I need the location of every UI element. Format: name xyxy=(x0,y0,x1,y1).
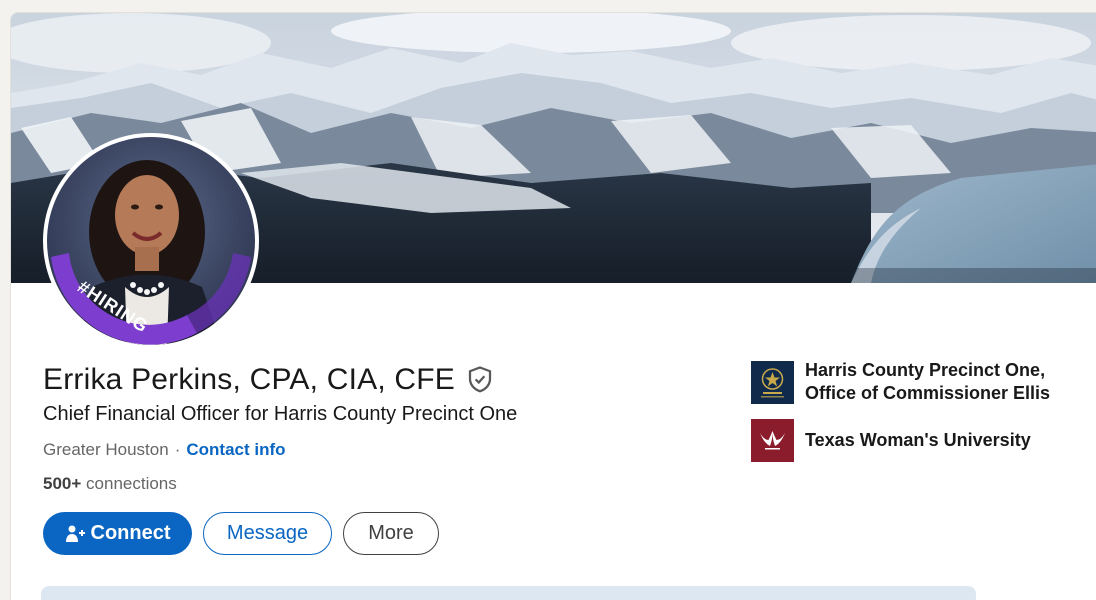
profile-actions: Connect Message More xyxy=(43,512,439,555)
profile-card: #HIRING Errika Perkins, CPA, CIA, CFE Ch… xyxy=(10,12,1096,600)
verified-shield-icon[interactable] xyxy=(465,365,495,395)
more-button[interactable]: More xyxy=(343,512,439,555)
org-name: Texas Woman's University xyxy=(805,430,1031,450)
message-button[interactable]: Message xyxy=(203,512,332,555)
location-row: Greater Houston · Contact info xyxy=(43,440,286,460)
profile-name: Errika Perkins, CPA, CIA, CFE xyxy=(43,363,455,396)
connect-label: Connect xyxy=(90,522,171,544)
info-banner xyxy=(41,586,976,600)
add-person-icon xyxy=(65,524,85,544)
twu-logo xyxy=(751,419,794,462)
org-name-line1: Harris County Precinct One, xyxy=(805,360,1046,380)
connections-count[interactable]: 500+ connections xyxy=(43,474,177,494)
profile-headline: Chief Financial Officer for Harris Count… xyxy=(43,403,518,425)
connect-button[interactable]: Connect xyxy=(43,512,192,555)
location-text: Greater Houston xyxy=(43,440,169,459)
org-name-line2: Office of Commissioner Ellis xyxy=(805,383,1051,403)
avatar: #HIRING xyxy=(47,137,255,345)
name-row: Errika Perkins, CPA, CIA, CFE xyxy=(43,363,495,397)
connections-label: connections xyxy=(86,474,177,493)
org-name: Harris County Precinct One, Office of Co… xyxy=(805,359,1050,405)
harris-county-logo xyxy=(751,360,794,404)
org-twu[interactable]: Texas Woman's University xyxy=(751,419,1050,462)
contact-info-link[interactable]: Contact info xyxy=(186,440,285,460)
org-harris-county[interactable]: Harris County Precinct One, Office of Co… xyxy=(751,359,1050,405)
separator: · xyxy=(174,440,181,459)
organizations: Harris County Precinct One, Office of Co… xyxy=(751,359,1050,476)
connections-number: 500+ xyxy=(43,474,82,493)
profile-photo[interactable]: #HIRING xyxy=(43,133,259,349)
